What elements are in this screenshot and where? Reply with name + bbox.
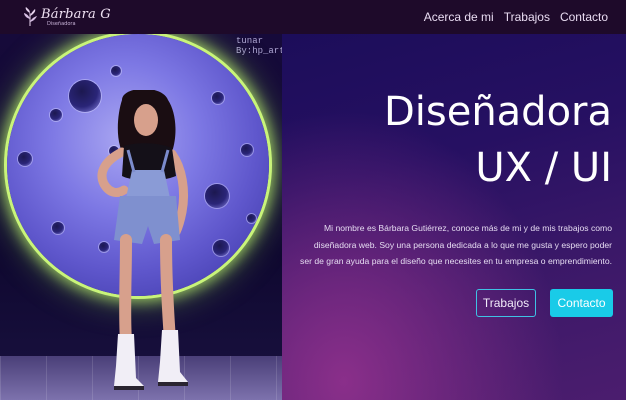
hero-title: Diseñadora UX / UI <box>384 84 612 196</box>
wall-signature: tunar By:hp_art_ <box>236 36 282 56</box>
moon-crater <box>212 92 224 104</box>
moon-crater <box>213 240 229 256</box>
moon-crater <box>52 222 64 234</box>
brand-logo[interactable]: Bárbara G Diseñadora <box>22 7 111 27</box>
works-button[interactable]: Trabajos <box>476 289 536 317</box>
moon-crater <box>111 66 121 76</box>
moon-crater <box>50 109 62 121</box>
hero-actions: Trabajos Contacto <box>476 289 613 317</box>
nav-link-about[interactable]: Acerca de mi <box>424 10 494 24</box>
hero-section: Diseñadora UX / UI Mi nombre es Bárbara … <box>282 34 626 400</box>
profile-photo: tunar By:hp_art_ <box>0 34 282 400</box>
moon-crater <box>247 214 256 223</box>
nav-link-works[interactable]: Trabajos <box>504 10 550 24</box>
hero-description: Mi nombre es Bárbara Gutiérrez, conoce m… <box>300 223 612 266</box>
main-nav: Acerca de mi Trabajos Contacto <box>424 10 608 24</box>
moon-crater <box>18 152 32 166</box>
hero-title-line2: UX / UI <box>475 145 612 191</box>
nav-link-contact[interactable]: Contacto <box>560 10 608 24</box>
wall-text-line2: By:hp_art_ <box>236 46 282 56</box>
moon-crater <box>205 184 229 208</box>
top-navbar: Bárbara G Diseñadora Acerca de mi Trabaj… <box>0 0 626 34</box>
brand-name: Bárbara G <box>41 6 111 22</box>
leaf-logo-icon <box>22 7 38 27</box>
hero-title-line1: Diseñadora <box>383 89 612 135</box>
moon-crater <box>241 144 253 156</box>
brand-subtitle: Diseñadora <box>47 20 76 27</box>
contact-button[interactable]: Contacto <box>550 289 613 317</box>
person-figure <box>97 90 189 390</box>
wall-text-line1: tunar <box>236 36 264 46</box>
